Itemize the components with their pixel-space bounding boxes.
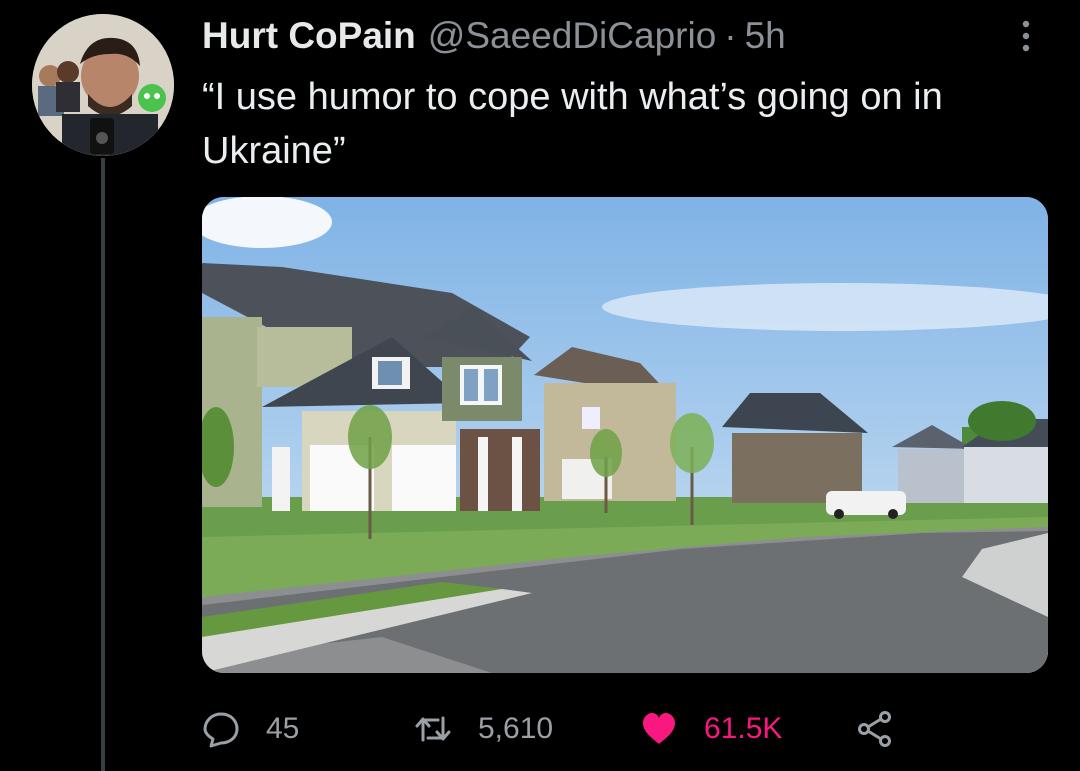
reply-icon xyxy=(203,712,239,748)
share-icon xyxy=(858,711,891,747)
retweet-icon xyxy=(415,716,451,742)
heart-icon xyxy=(643,713,675,744)
more-options-button[interactable] xyxy=(1008,14,1044,58)
avatar-photo xyxy=(32,14,174,156)
timestamp[interactable]: 5h xyxy=(745,14,786,58)
reply-button[interactable]: 45 xyxy=(202,703,299,755)
share-button[interactable] xyxy=(856,703,894,755)
like-count: 61.5K xyxy=(704,712,783,745)
like-button[interactable]: 61.5K xyxy=(640,703,782,755)
tweet-header: Hurt CoPain @SaeedDiCaprio · 5h xyxy=(202,14,786,58)
reply-count: 45 xyxy=(266,712,300,745)
retweet-button[interactable]: 5,610 xyxy=(414,703,553,755)
thread-line xyxy=(101,158,105,771)
user-handle[interactable]: @SaeedDiCaprio xyxy=(428,14,716,58)
media-photo xyxy=(202,197,1048,673)
tweet-media[interactable] xyxy=(202,197,1048,673)
avatar[interactable] xyxy=(32,14,174,156)
action-bar: 45 5,610 61.5K xyxy=(202,703,922,755)
retweet-count: 5,610 xyxy=(478,712,554,745)
tweet-text: “I use humor to cope with what’s going o… xyxy=(202,76,943,172)
separator-dot: · xyxy=(724,15,737,56)
display-name[interactable]: Hurt CoPain xyxy=(202,14,416,58)
more-vertical-icon xyxy=(1022,20,1030,52)
